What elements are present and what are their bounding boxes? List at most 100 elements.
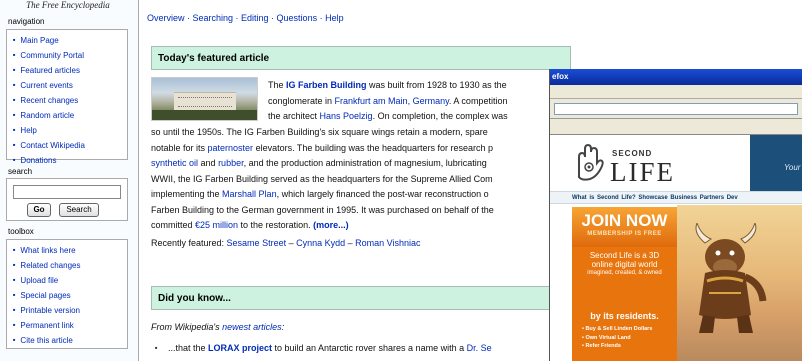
nav-link-featured-articles[interactable]: Featured articles	[13, 64, 127, 79]
horned-creature-illustration	[695, 223, 767, 333]
text-span: . On completion, the complex was	[372, 111, 508, 121]
secondlife-logo[interactable]: SECOND LIFE	[574, 143, 714, 187]
poelzig-link[interactable]: Hans Poelzig	[320, 111, 373, 121]
secondlife-tagline: Your Wo	[750, 135, 802, 191]
firefox-bookmarks-toolbar[interactable]	[550, 119, 802, 135]
text-span: implementing the	[151, 189, 223, 199]
synthetic-oil-link[interactable]: synthetic oil	[151, 158, 198, 168]
sidebar: The Free Encyclopedia navigation Main Pa…	[0, 0, 134, 361]
cynna-kydd-link[interactable]: Cynna Kydd	[296, 238, 345, 248]
feature-link[interactable]: • Refer Friends	[572, 342, 677, 351]
ig-farben-link[interactable]: IG Farben Building	[286, 80, 367, 90]
search-button[interactable]: Search	[59, 203, 99, 217]
separator: –	[286, 238, 297, 248]
featured-text-line: committed €25 million to the restoration…	[151, 218, 494, 234]
building-shape	[174, 92, 236, 112]
firefox-window[interactable]: efox SECOND LIFE Your Wo What is Second …	[549, 69, 802, 361]
hand-eye-icon	[578, 143, 604, 181]
browser-viewport: SECOND LIFE Your Wo What is Second Life?…	[550, 135, 802, 361]
go-button[interactable]: Go	[27, 203, 51, 217]
text-span: notable for its	[151, 142, 208, 153]
address-bar[interactable]	[554, 103, 798, 115]
nav-link-help[interactable]: Help	[13, 124, 127, 139]
rubber-link[interactable]: rubber	[218, 158, 244, 168]
newest-articles-link[interactable]: newest articles	[222, 322, 282, 332]
secondlife-description: Second Life is a 3D online digital world…	[572, 251, 677, 278]
feature-link[interactable]: • Own Virtual Land	[572, 334, 677, 343]
join-now-button[interactable]: JOIN NOW MEMBERSHIP IS FREE	[572, 207, 677, 247]
text-span: From Wikipedia's	[151, 322, 223, 332]
portal-top-nav[interactable]: Overview · Searching · Editing · Questio…	[147, 13, 344, 23]
text-span: elevators. The building was the headquar…	[253, 142, 494, 153]
avatar-artwork	[677, 205, 802, 361]
firefox-titlebar[interactable]: efox	[550, 69, 802, 85]
desc-small: imagined, created, & owned	[587, 270, 662, 276]
firefox-menubar[interactable]	[550, 85, 802, 99]
search-input[interactable]	[13, 185, 121, 199]
search-portlet: Go Search	[6, 178, 128, 221]
featured-text-line: The IG Farben Building was built from 19…	[268, 78, 507, 94]
featured-article-heading: Today's featured article	[151, 46, 571, 70]
secondlife-header: SECOND LIFE Your Wo	[550, 135, 802, 191]
featured-article-image[interactable]	[151, 77, 258, 121]
recently-featured: Recently featured: Sesame Street – Cynna…	[151, 236, 421, 252]
frankfurt-link[interactable]: Frankfurt am Main, Germany	[335, 96, 449, 106]
euro-25-million-link[interactable]: €25 million	[195, 220, 238, 230]
featured-text-line: conglomerate in Frankfurt am Main, Germa…	[268, 94, 507, 110]
navigation-title: navigation	[8, 17, 45, 26]
text-span: and	[198, 158, 219, 168]
nav-link-recent-changes[interactable]: Recent changes	[13, 94, 127, 109]
text-span: . A competition	[448, 96, 508, 106]
dr-seuss-link[interactable]: Dr. Se	[467, 343, 492, 353]
featured-text-body: so until the 1950s. The IG Farben Buildi…	[151, 125, 494, 234]
toolbox-title: toolbox	[8, 227, 34, 236]
text-span: , and the production administration of m…	[243, 158, 487, 168]
featured-text-line: so until the 1950s. The IG Farben Buildi…	[151, 127, 488, 137]
text-span: The	[268, 80, 287, 90]
text-span: ...that the	[167, 343, 208, 353]
toolbox-related-changes[interactable]: Related changes	[13, 259, 127, 274]
featured-text-line: WWII, the IG Farben Building served as t…	[151, 173, 493, 184]
featured-text-line: the architect Hans Poelzig. On completio…	[268, 109, 508, 125]
text-span: , which largely financed the post-war re…	[276, 189, 489, 199]
lorax-project-link[interactable]: LORAX project	[208, 343, 272, 353]
site-tagline: The Free Encyclopedia	[26, 0, 110, 10]
nav-link-random-article[interactable]: Random article	[13, 109, 127, 124]
text-span: to the restoration.	[238, 220, 314, 230]
feature-link[interactable]: • Buy & Sell Linden Dollars	[572, 325, 677, 334]
text-span: was built from 1928 to 1930 as the	[366, 80, 507, 90]
residents-text: by its residents.	[590, 311, 659, 321]
text-span: :	[281, 322, 285, 332]
firefox-navigation-toolbar[interactable]	[550, 99, 802, 119]
desc-line: Second Life is a 3D	[589, 251, 660, 260]
featured-text-line: implementing the Marshall Plan, which la…	[151, 187, 494, 203]
nav-link-main-page[interactable]: Main Page	[13, 34, 127, 49]
toolbox-upload-file[interactable]: Upload file	[13, 274, 127, 289]
secondlife-nav[interactable]: What is Second Life? Showcase Business P…	[550, 191, 802, 204]
text-span: conglomerate in	[268, 96, 335, 106]
text-span: the architect	[268, 111, 320, 121]
toolbox-permanent-link[interactable]: Permanent link	[13, 319, 127, 334]
nav-link-contact[interactable]: Contact Wikipedia	[13, 139, 127, 154]
featured-text-line: synthetic oil and rubber, and the produc…	[151, 156, 494, 172]
sesame-street-link[interactable]: Sesame Street	[227, 238, 287, 248]
did-you-know-heading: Did you know...	[151, 286, 571, 310]
separator: –	[345, 238, 356, 248]
roman-vishniac-link[interactable]: Roman Vishniac	[355, 238, 420, 248]
toolbox-cite-article[interactable]: Cite this article	[13, 334, 127, 349]
more-link[interactable]: (more...)	[313, 220, 349, 230]
desc-line: online digital world	[591, 260, 658, 269]
trees-shape	[152, 110, 257, 120]
join-now-label: JOIN NOW	[581, 211, 668, 230]
search-title: search	[8, 167, 33, 176]
nav-link-current-events[interactable]: Current events	[13, 79, 127, 94]
nav-link-community-portal[interactable]: Community Portal	[13, 49, 127, 64]
toolbox-special-pages[interactable]: Special pages	[13, 289, 127, 304]
navigation-portlet: Main Page Community Portal Featured arti…	[6, 29, 128, 165]
toolbox-portlet: What links here Related changes Upload f…	[6, 239, 128, 349]
dyk-intro: From Wikipedia's newest articles:	[151, 320, 284, 336]
paternoster-link[interactable]: paternoster	[208, 143, 254, 153]
toolbox-printable-version[interactable]: Printable version	[13, 304, 127, 319]
marshall-plan-link[interactable]: Marshall Plan	[222, 189, 277, 199]
toolbox-what-links-here[interactable]: What links here	[13, 244, 127, 259]
